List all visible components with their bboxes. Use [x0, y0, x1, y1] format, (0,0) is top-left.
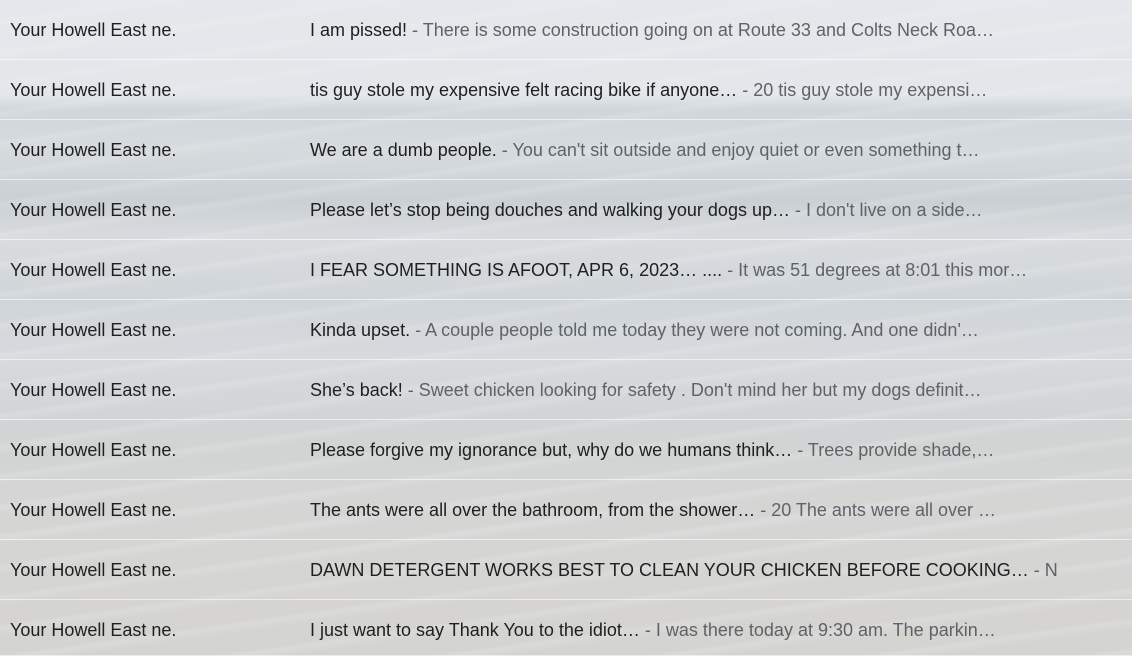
email-subject: We are a dumb people. — [310, 140, 497, 160]
email-content: tis guy stole my expensive felt racing b… — [310, 60, 1110, 120]
email-row[interactable]: Your Howell East ne. Kinda upset. - A co… — [0, 300, 1132, 360]
email-snippet: - There is some construction going on at… — [407, 20, 995, 40]
email-sender: Your Howell East ne. — [10, 560, 177, 580]
email-subject: I just want to say Thank You to the idio… — [310, 620, 640, 640]
email-content: She’s back! - Sweet chicken looking for … — [310, 360, 1110, 420]
email-sender: Your Howell East ne. — [10, 320, 177, 340]
email-list: Your Howell East ne. I am pissed! - Ther… — [0, 0, 1132, 656]
email-sender: Your Howell East ne. — [10, 620, 177, 640]
email-subject: tis guy stole my expensive felt racing b… — [310, 80, 738, 100]
email-sender: Your Howell East ne. — [10, 500, 177, 520]
email-row[interactable]: Your Howell East ne. DAWN DETERGENT WORK… — [0, 540, 1132, 600]
email-content: I am pissed! - There is some constructio… — [310, 0, 1110, 60]
email-content: We are a dumb people. - You can't sit ou… — [310, 120, 1110, 180]
email-subject: The ants were all over the bathroom, fro… — [310, 500, 756, 520]
email-row[interactable]: Your Howell East ne. Please let’s stop b… — [0, 180, 1132, 240]
email-content: The ants were all over the bathroom, fro… — [310, 480, 1110, 540]
email-row[interactable]: Your Howell East ne. I am pissed! - Ther… — [0, 0, 1132, 60]
email-row[interactable]: Your Howell East ne. Please forgive my i… — [0, 420, 1132, 480]
email-subject: I FEAR SOMETHING IS AFOOT, APR 6, 2023… … — [310, 260, 723, 280]
email-row[interactable]: Your Howell East ne. I FEAR SOMETHING IS… — [0, 240, 1132, 300]
email-content: I just want to say Thank You to the idio… — [310, 600, 1110, 660]
email-sender: Your Howell East ne. — [10, 440, 177, 460]
email-content: Please forgive my ignorance but, why do … — [310, 420, 1110, 480]
email-subject: Please let’s stop being douches and walk… — [310, 200, 790, 220]
email-snippet: - 20 tis guy stole my expensi… — [737, 80, 988, 100]
email-row[interactable]: Your Howell East ne. We are a dumb peopl… — [0, 120, 1132, 180]
email-sender: Your Howell East ne. — [10, 80, 177, 100]
email-sender: Your Howell East ne. — [10, 380, 177, 400]
email-snippet: - I don't live on a side… — [789, 200, 983, 220]
email-snippet: - It was 51 degrees at 8:01 this mor… — [722, 260, 1028, 280]
email-content: DAWN DETERGENT WORKS BEST TO CLEAN YOUR … — [310, 540, 1110, 600]
email-subject: She’s back! — [310, 380, 403, 400]
email-subject: Please forgive my ignorance but, why do … — [310, 440, 793, 460]
email-sender: Your Howell East ne. — [10, 140, 177, 160]
email-snippet: - I was there today at 9:30 am. The park… — [639, 620, 996, 640]
email-row[interactable]: Your Howell East ne. She’s back! - Sweet… — [0, 360, 1132, 420]
email-row[interactable]: Your Howell East ne. tis guy stole my ex… — [0, 60, 1132, 120]
email-subject: DAWN DETERGENT WORKS BEST TO CLEAN YOUR … — [310, 560, 1029, 580]
email-subject: Kinda upset. — [310, 320, 411, 340]
email-snippet: - N — [1028, 560, 1058, 580]
email-snippet: - You can't sit outside and enjoy quiet … — [496, 140, 980, 160]
email-snippet: - Sweet chicken looking for safety . Don… — [402, 380, 982, 400]
email-row[interactable]: Your Howell East ne. The ants were all o… — [0, 480, 1132, 540]
email-content: Kinda upset. - A couple people told me t… — [310, 300, 1110, 360]
email-snippet: - A couple people told me today they wer… — [410, 320, 979, 340]
email-sender: Your Howell East ne. — [10, 200, 177, 220]
email-sender: Your Howell East ne. — [10, 260, 177, 280]
email-snippet: - Trees provide shade,… — [792, 440, 995, 460]
email-sender: Your Howell East ne. — [10, 20, 177, 40]
email-content: I FEAR SOMETHING IS AFOOT, APR 6, 2023… … — [310, 240, 1110, 300]
email-snippet: - 20 The ants were all over … — [755, 500, 996, 520]
email-subject: I am pissed! — [310, 20, 408, 40]
email-content: Please let’s stop being douches and walk… — [310, 180, 1110, 240]
email-row[interactable]: Your Howell East ne. I just want to say … — [0, 600, 1132, 656]
